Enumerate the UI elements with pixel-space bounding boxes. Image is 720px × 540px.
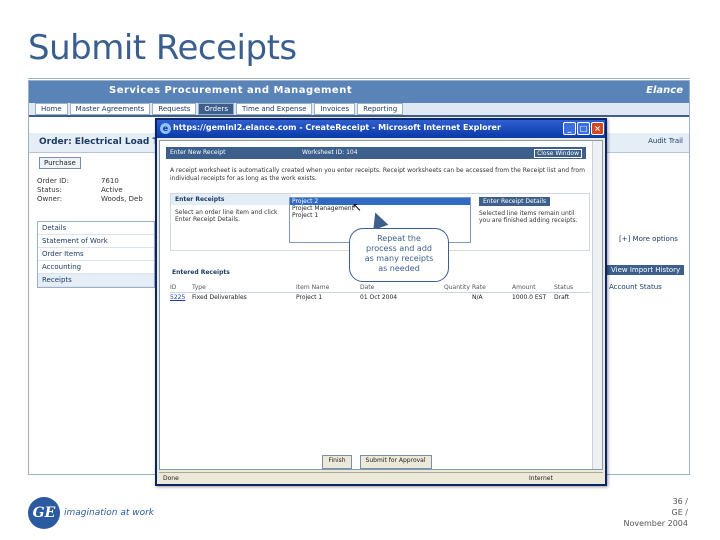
leftnav-statement-of-work[interactable]: Statement of Work: [38, 235, 154, 248]
left-nav: Details Statement of Work Order Items Ac…: [37, 221, 155, 288]
main-nav: Home Master Agreements Requests Orders T…: [29, 103, 689, 117]
column-header: Amount: [512, 284, 536, 291]
brand-logo: Elance: [646, 85, 683, 96]
column-header: Item Name: [296, 284, 330, 291]
cell-status: Draft: [554, 294, 570, 301]
cell-quantity: [444, 293, 472, 303]
vertical-scrollbar[interactable]: [592, 141, 602, 469]
list-item[interactable]: Project 2: [290, 198, 470, 205]
page-footer: 36 / GE / November 2004: [623, 496, 688, 529]
column-header: ID: [170, 284, 177, 291]
enter-receipts-heading: Enter Receipts: [171, 194, 291, 205]
intro-text: A receipt worksheet is automatically cre…: [170, 167, 585, 182]
maximize-icon[interactable]: □: [577, 122, 590, 135]
cell-type: Fixed Deliverables: [192, 294, 247, 301]
nav-reporting[interactable]: Reporting: [357, 103, 404, 115]
nav-home[interactable]: Home: [35, 103, 68, 115]
callout-line: as many receipts: [364, 254, 434, 263]
order-meta: Order ID: 7610 Status: Active Owner: Woods,…: [37, 177, 143, 204]
callout-line: Repeat the: [377, 234, 421, 243]
window-title: https://geminI2.elance.com - CreateRecei…: [173, 123, 501, 132]
worksheet-id: Worksheet ID: 104: [302, 149, 358, 156]
window-content: Enter New Receipt Worksheet ID: 104 Clos…: [159, 140, 603, 470]
meta-value: Woods, Deb: [101, 195, 143, 203]
nav-master-agreements[interactable]: Master Agreements: [69, 103, 151, 115]
nav-orders[interactable]: Orders: [198, 103, 234, 115]
status-done: Done: [163, 475, 179, 482]
org-label: GE /: [671, 508, 689, 517]
close-icon[interactable]: ×: [591, 122, 604, 135]
create-receipt-window: e https://geminI2.elance.com - CreateRec…: [155, 118, 607, 486]
table-row: 5225 Fixed Deliverables Project 1 01 Oct…: [170, 293, 590, 303]
entered-receipts-table: ID Type Item Name Date Quantity Rate Amo…: [170, 283, 590, 303]
column-header: Quantity: [444, 284, 470, 291]
status-bar: Done Internet: [159, 472, 603, 484]
meta-label: Owner:: [37, 195, 63, 203]
enter-receipts-instructions: Select an order line item and click Ente…: [175, 209, 278, 223]
meta-label: Order ID:: [37, 177, 69, 185]
column-header: Type: [192, 284, 206, 291]
nav-invoices[interactable]: Invoices: [314, 103, 356, 115]
table-header: ID Type Item Name Date Quantity Rate Amo…: [170, 283, 590, 293]
nav-time-expense[interactable]: Time and Expense: [235, 103, 313, 115]
tagline: imagination at work: [64, 508, 154, 518]
account-status-link[interactable]: Account Status: [609, 283, 662, 291]
cell-item: Project 1: [296, 294, 323, 301]
finish-button[interactable]: Finish: [322, 455, 352, 469]
action-bar: Finish Submit for Approval: [160, 455, 594, 469]
cell-rate: N/A: [472, 294, 483, 301]
submit-for-approval-button[interactable]: Submit for Approval: [359, 455, 432, 469]
close-window-button[interactable]: Close Window: [534, 149, 582, 158]
app-header-title: Services Procurement and Management: [109, 85, 353, 96]
order-title: Order: Electrical Load Test: [39, 137, 174, 147]
audit-trail-link[interactable]: Audit Trail: [648, 137, 683, 145]
meta-value: Active: [101, 186, 123, 194]
selected-items-note: Selected line items remain until you are…: [479, 210, 578, 224]
meta-value: 7610: [101, 177, 119, 185]
window-titlebar: e https://geminI2.elance.com - CreateRec…: [157, 120, 605, 138]
callout-bubble: Repeat the process and add as many recei…: [349, 228, 449, 282]
receipt-id-link[interactable]: 5225: [170, 293, 192, 303]
leftnav-order-items[interactable]: Order Items: [38, 248, 154, 261]
mouse-cursor-icon: ↖: [352, 200, 363, 214]
meta-label: Status:: [37, 186, 62, 194]
date-label: November 2004: [623, 519, 688, 528]
cell-amount: 1000.0 EST: [512, 294, 547, 301]
ge-logo: GE: [28, 497, 60, 529]
leftnav-details[interactable]: Details: [38, 222, 154, 235]
slide-title: Submit Receipts: [28, 28, 297, 68]
app-header: Services Procurement and Management Elan…: [29, 81, 689, 103]
page-number: 36 /: [672, 497, 688, 506]
entered-receipts-heading: Entered Receipts: [172, 269, 230, 276]
title-divider: [28, 78, 690, 79]
column-header: Date: [360, 284, 375, 291]
minimize-icon[interactable]: _: [563, 122, 576, 135]
purchase-button[interactable]: Purchase: [39, 157, 81, 169]
more-options-link[interactable]: [+] More options: [619, 235, 678, 243]
enter-receipt-details-button[interactable]: Enter Receipt Details: [479, 197, 551, 206]
enter-receipt-header: Enter New Receipt Worksheet ID: 104 Clos…: [166, 147, 586, 159]
callout-line: as needed: [378, 264, 420, 273]
ie-icon: e: [160, 123, 171, 134]
status-zone: Internet: [529, 475, 553, 482]
column-header: Status: [554, 284, 574, 291]
callout-line: process and add: [366, 244, 432, 253]
nav-requests[interactable]: Requests: [152, 103, 197, 115]
enter-receipt-title: Enter New Receipt: [170, 149, 226, 156]
leftnav-accounting[interactable]: Accounting: [38, 261, 154, 274]
view-import-history-button[interactable]: View Import History: [607, 265, 685, 275]
leftnav-receipts[interactable]: Receipts: [38, 274, 154, 287]
cell-date: 01 Oct 2004: [360, 294, 398, 301]
column-header: Rate: [472, 284, 486, 291]
